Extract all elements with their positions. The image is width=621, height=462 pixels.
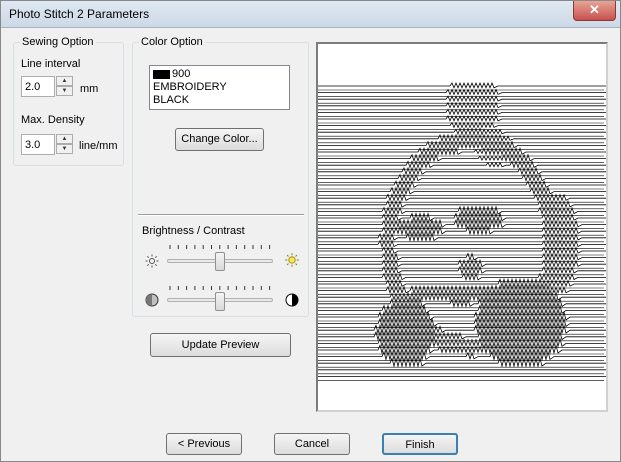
stitch-line — [318, 160, 606, 169]
color-code: 900 — [172, 68, 191, 80]
color-brand: EMBROIDERY — [153, 81, 227, 93]
stitch-line — [318, 121, 606, 129]
contrast-slider-thumb[interactable] — [215, 292, 225, 311]
color-swatch — [153, 69, 170, 79]
change-color-button[interactable]: Change Color... — [175, 128, 264, 151]
stitch-line — [318, 323, 606, 335]
color-option-legend: Color Option — [139, 36, 205, 48]
stitch-line — [318, 88, 606, 96]
sewing-option-legend: Sewing Option — [20, 36, 96, 48]
stitch-line — [318, 101, 606, 109]
title-bar: Photo Stitch 2 Parameters ✕ — [1, 1, 620, 28]
brightness-contrast-label: Brightness / Contrast — [142, 225, 245, 237]
stepper-up-icon[interactable]: ▲ — [56, 76, 73, 86]
stitch-line — [318, 108, 606, 116]
stitch-line — [318, 205, 606, 216]
stitch-line — [318, 258, 606, 268]
brightness-slider-ticks — [169, 245, 271, 249]
line-interval-input[interactable] — [21, 76, 55, 97]
color-name: BLACK — [153, 94, 190, 106]
stitch-line — [318, 114, 606, 122]
contrast-low-icon — [145, 293, 159, 307]
stitch-line — [318, 284, 606, 295]
stepper-up-icon[interactable]: ▲ — [56, 134, 73, 144]
stitch-line — [318, 356, 606, 368]
update-preview-button[interactable]: Update Preview — [150, 333, 291, 357]
stitch-line — [318, 193, 606, 202]
stepper-down-icon[interactable]: ▼ — [56, 144, 73, 154]
cancel-button[interactable]: Cancel — [274, 433, 350, 455]
max-density-label: Max. Density — [21, 114, 85, 126]
line-interval-unit: mm — [80, 83, 99, 95]
sun-yellow-icon — [285, 253, 299, 267]
contrast-high-icon — [285, 293, 299, 307]
stitch-line — [318, 252, 606, 262]
stitch-line — [318, 127, 606, 136]
stitch-line — [318, 317, 606, 329]
stitch-line — [318, 277, 606, 289]
close-button[interactable]: ✕ — [573, 1, 616, 21]
stitch-line — [318, 330, 606, 342]
group-separator — [138, 214, 304, 216]
line-interval-label: Line interval — [21, 58, 81, 70]
window-title: Photo Stitch 2 Parameters — [9, 7, 150, 21]
max-density-stepper[interactable]: ▲ ▼ — [56, 134, 73, 155]
sun-outline-icon — [145, 254, 159, 268]
finish-button[interactable]: Finish — [382, 433, 458, 455]
color-info-box: 900 EMBROIDERY BLACK — [149, 65, 290, 110]
stitch-line — [318, 81, 606, 89]
max-density-input[interactable] — [21, 134, 55, 155]
previous-button[interactable]: < Previous — [166, 433, 242, 455]
dialog-window: Photo Stitch 2 Parameters ✕ Sewing Optio… — [0, 0, 621, 462]
stitch-line — [318, 310, 606, 322]
stitch-preview-pane — [316, 42, 608, 412]
stitch-line — [318, 231, 606, 242]
contrast-slider-ticks — [169, 286, 271, 290]
stitch-line — [318, 95, 606, 103]
line-interval-stepper[interactable]: ▲ ▼ — [56, 76, 73, 97]
stitch-preview-image — [318, 81, 606, 381]
stitch-line — [318, 337, 606, 348]
brightness-slider-thumb[interactable] — [215, 252, 225, 271]
color-code-line: 900 — [153, 68, 286, 81]
stepper-down-icon[interactable]: ▼ — [56, 86, 73, 96]
max-density-unit: line/mm — [79, 140, 118, 152]
